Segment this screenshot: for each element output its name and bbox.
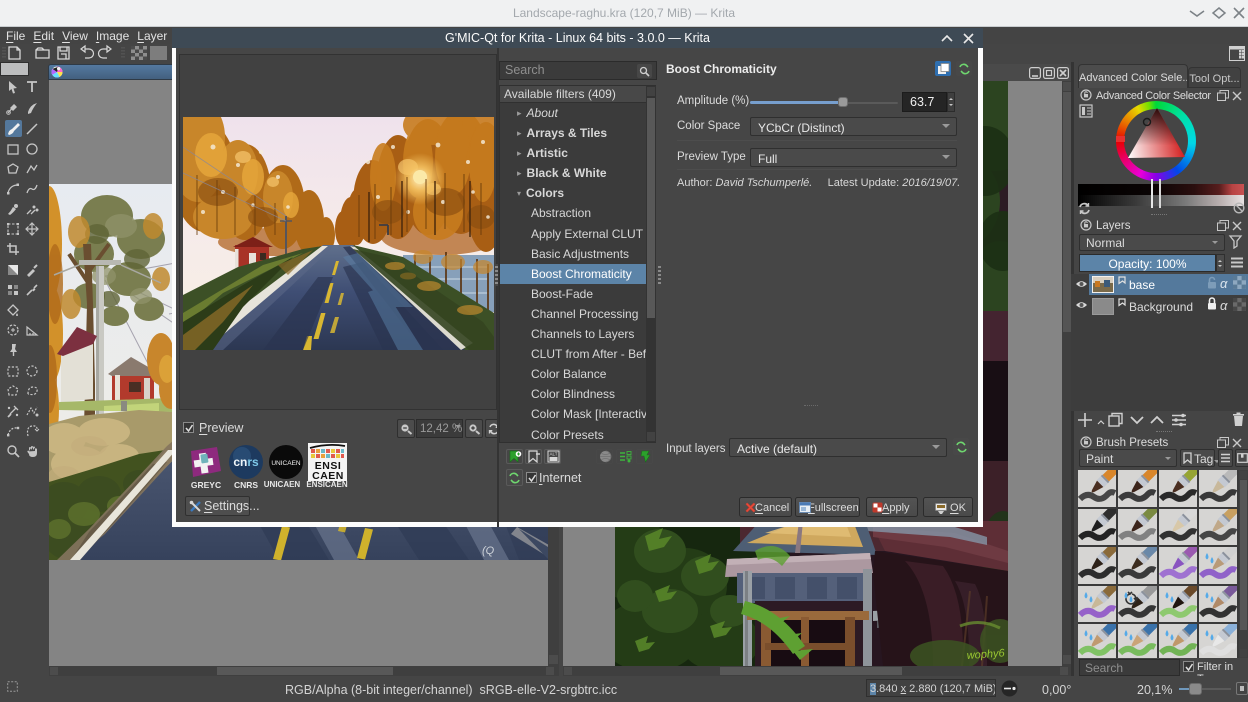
svg-text:cnrs: cnrs (233, 455, 259, 469)
svg-text:(Q: (Q (482, 545, 495, 557)
svg-text:ALT: ALT (550, 452, 558, 457)
svg-text:UNICAEN: UNICAEN (271, 460, 301, 467)
